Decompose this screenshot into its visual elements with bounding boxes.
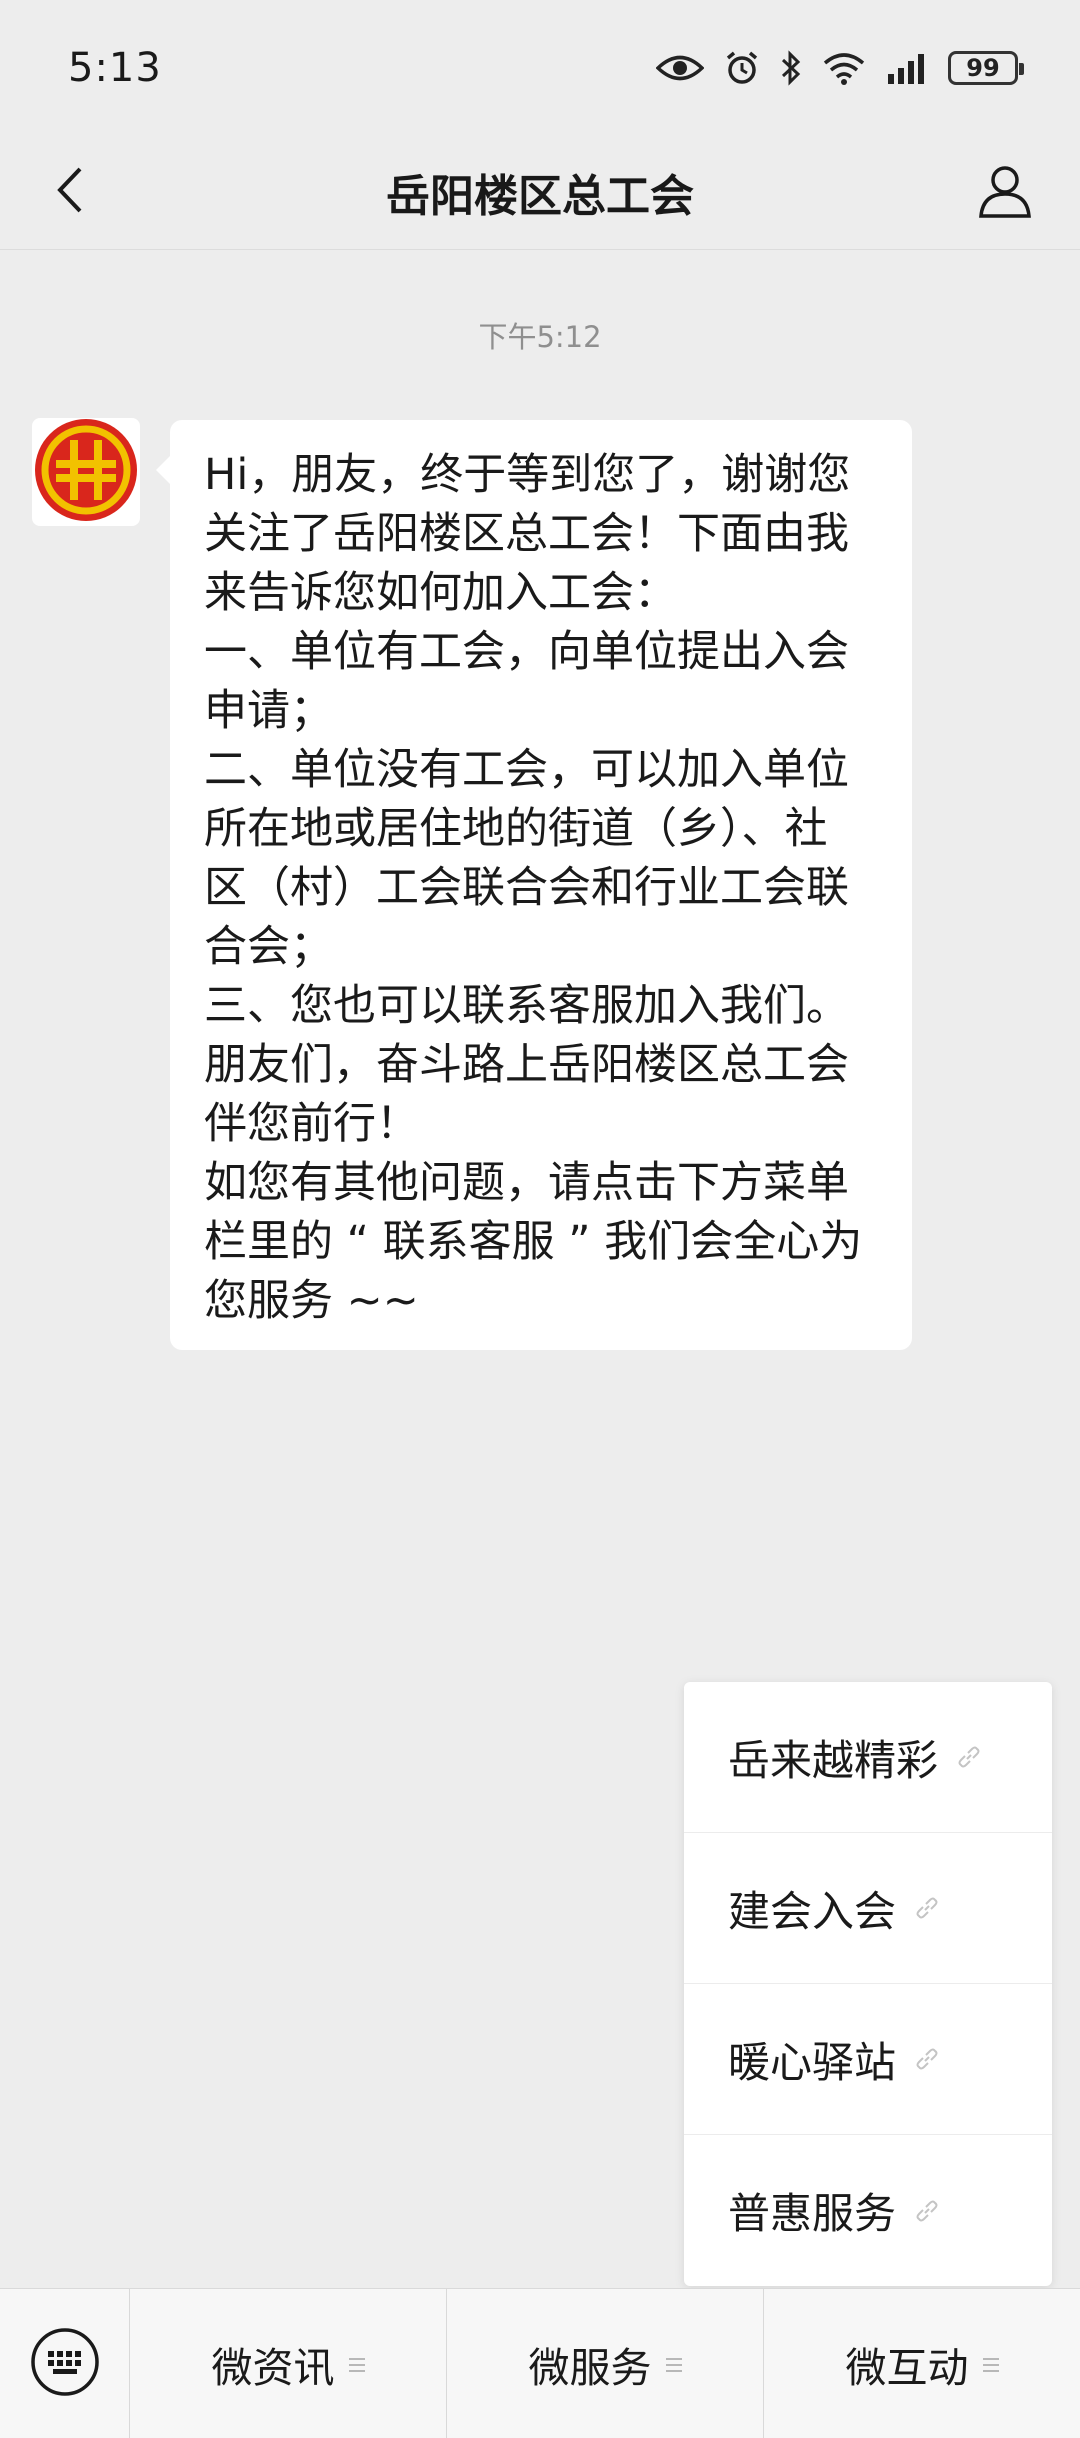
message-line: 栏里的 “ 联系客服 ” 我们会全心为 (204, 1217, 863, 1267)
link-icon (956, 1744, 982, 1770)
submenu-item-label: 建会入会 (728, 1886, 897, 1936)
message-line: 所在地或居住地的街道（乡）、社 (204, 804, 828, 854)
menu-tab-wei-fu-wu[interactable]: 微服务 (447, 2288, 764, 2438)
wifi-icon (822, 51, 866, 85)
message-bubble: Hi，朋友，终于等到您了，谢谢您 关注了岳阳楼区总工会！下面由我 来告诉您如何加… (156, 420, 912, 1350)
message-line: 一、单位有工会，向单位提出入会 (204, 627, 849, 677)
message-line: 朋友们，奋斗路上岳阳楼区总工会 (204, 1040, 849, 1090)
message-line: 如您有其他问题，请点击下方菜单 (204, 1158, 849, 1208)
message-line: 合会； (204, 922, 333, 972)
menu-tab-wei-zi-xun[interactable]: 微资讯 (130, 2288, 447, 2438)
back-button[interactable] (40, 159, 100, 225)
bottom-menu-bar: 微资讯 微服务 微互动 (0, 2288, 1080, 2438)
keyboard-icon (29, 2326, 101, 2402)
signal-icon (886, 52, 928, 84)
profile-icon (975, 160, 1035, 224)
submenu-item-label: 暖心驿站 (728, 2037, 897, 2087)
battery-icon: 99 (948, 50, 1024, 85)
eye-icon (656, 53, 704, 83)
message-line: 伴您前行！ (204, 1099, 419, 1149)
message-line: 关注了岳阳楼区总工会！下面由我 (204, 509, 849, 559)
submenu-item-label: 普惠服务 (728, 2189, 897, 2238)
status-icons: 99 (656, 49, 1024, 86)
link-icon (914, 1895, 940, 1921)
keyboard-toggle-button[interactable] (0, 2288, 130, 2438)
link-icon (914, 2198, 940, 2224)
submenu-popup: 岳来越精彩 建会入会 暖心驿站 普惠服务 (684, 1682, 1052, 2286)
message-timestamp: 下午5:12 (478, 320, 602, 354)
submenu-item-pu-hui-fu-wu[interactable]: 普惠服务 (684, 2135, 1052, 2286)
message-line: 区（村）工会联合会和行业工会联 (204, 863, 849, 913)
link-icon (914, 2046, 940, 2072)
submenu-indicator-icon (665, 2357, 682, 2372)
menu-tab-label: 微服务 (528, 2343, 652, 2392)
page-title: 岳阳楼区总工会 (386, 171, 694, 222)
message-line: 来告诉您如何加入工会： (204, 568, 677, 618)
message-line: 三、您也可以联系客服加入我们。 (204, 981, 849, 1031)
status-time: 5:13 (68, 44, 162, 91)
message-line: 您服务 ~~ (204, 1276, 419, 1326)
message-line: Hi，朋友，终于等到您了，谢谢您 (204, 450, 851, 500)
submenu-item-jian-hui-ru-hui[interactable]: 建会入会 (684, 1833, 1052, 1984)
submenu-indicator-icon (982, 2357, 999, 2372)
bluetooth-icon (780, 49, 802, 86)
status-bar: 5:13 99 (0, 0, 1080, 135)
alarm-icon (724, 50, 760, 86)
back-chevron-icon (54, 165, 86, 219)
menu-tab-wei-hu-dong[interactable]: 微互动 (764, 2289, 1080, 2438)
menu-tab-label: 微资讯 (211, 2343, 335, 2392)
message-line: 二、单位没有工会，可以加入单位 (204, 745, 849, 795)
message-line: 申请； (204, 686, 333, 736)
submenu-item-yue-lai-yue-jing-cai[interactable]: 岳来越精彩 (684, 1682, 1052, 1833)
profile-button[interactable] (970, 157, 1040, 227)
nav-bar: 岳阳楼区总工会 (0, 135, 1080, 250)
menu-tab-label: 微互动 (845, 2343, 969, 2392)
submenu-indicator-icon (348, 2357, 365, 2372)
submenu-item-nuan-xin-yi-zhan[interactable]: 暖心驿站 (684, 1984, 1052, 2135)
avatar[interactable] (32, 418, 140, 526)
union-logo-icon (34, 418, 138, 526)
submenu-item-label: 岳来越精彩 (728, 1735, 939, 1785)
